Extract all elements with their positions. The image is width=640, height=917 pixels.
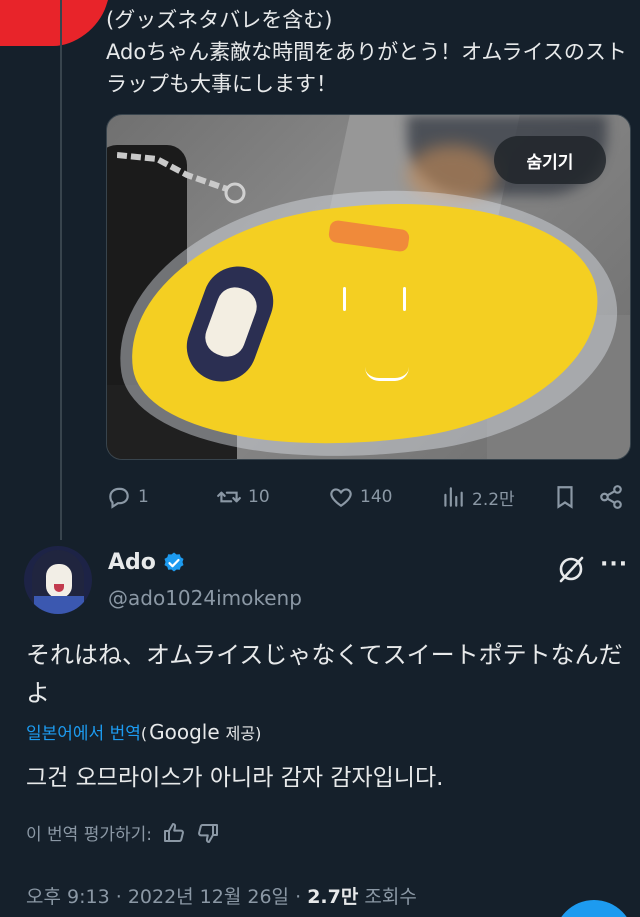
translated-text: 그건 오므라이스가 아니라 감자 감자입니다. [26,765,444,791]
tweet-date[interactable]: 2022년 12월 26일 [128,886,289,908]
user-handle[interactable]: @ado1024imokenp [108,586,302,610]
avatar-face [46,564,72,598]
like-icon [330,488,352,507]
parent-tweet-action-bar: 1 10 140 2.2만 [104,478,634,518]
views-action[interactable]: 2.2만 [440,484,515,510]
tweet-thread-page: (グッズネタバレを含む) Adoちゃん素敵な時間をありがとう！オムライスのストラ… [0,0,640,917]
meta-separator: · [115,886,122,908]
reply-count: 1 [138,487,149,507]
reply-icon [109,487,129,509]
keychain-chain [117,152,246,204]
tweet-time[interactable]: 오후 9:13 [26,886,110,908]
reply-tweet-text: それはね、オムライスじゃなくてスイートポテトなんだよ [26,641,623,707]
share-action[interactable] [598,484,624,510]
parent-tweet-body: Adoちゃん素敵な時間をありがとう！オムライスのストラップも大事にします！ [106,40,627,96]
like-count: 140 [360,487,393,507]
translate-paren-open: ( [140,724,148,743]
google-brand-text: Google [149,720,220,744]
grok-icon[interactable] [556,554,586,584]
rate-translation-label: 이 번역 평가하기: [26,825,153,845]
tweet-views-label: 조회수 [364,886,417,908]
spoiler-note: (グッズネタバレを含む) [106,8,333,32]
translate-provider-suffix: 제공) [225,724,262,743]
reply-action[interactable]: 1 [106,484,149,510]
avatar-accent [34,596,84,614]
meta-separator: · [295,886,302,908]
parent-tweet-text: (グッズネタバレを含む) Adoちゃん素敵な時間をありがとう！オムライスのストラ… [106,4,636,100]
compose-fab-button[interactable] [554,900,634,917]
thread-connector-line [60,0,62,540]
bookmark-action[interactable] [552,484,578,510]
thumbs-up-icon[interactable] [162,821,186,845]
thumbs-down-icon[interactable] [196,821,220,845]
retweet-count: 10 [248,487,270,507]
more-icon[interactable]: ··· [600,552,628,577]
red-redaction-scribble [0,0,108,46]
avatar[interactable] [24,546,92,614]
views-icon [444,487,463,507]
charm-eye [343,287,346,311]
translation-attribution: 일본어에서 번역 ( Google 제공) [26,719,261,744]
tweet-views-count: 2.7만 [307,886,359,908]
retweet-icon [217,491,241,503]
charm-eye [403,287,406,311]
like-action[interactable]: 140 [328,484,392,510]
display-name: Ado [108,550,156,575]
translate-label[interactable]: 일본어에서 번역 [26,719,141,744]
view-count: 2.2만 [472,489,515,510]
share-icon [600,485,622,509]
bookmark-icon [557,486,573,509]
verified-badge-icon [164,552,184,571]
retweet-action[interactable]: 10 [216,484,270,510]
tweet-meta-line: 오후 9:13 · 2022년 12월 26일 · 2.7만 조회수 [26,882,417,909]
hide-media-button[interactable]: 숨기기 [494,136,606,184]
rate-translation-row: 이 번역 평가하기: [26,820,220,845]
display-name-row[interactable]: Ado [108,550,186,575]
